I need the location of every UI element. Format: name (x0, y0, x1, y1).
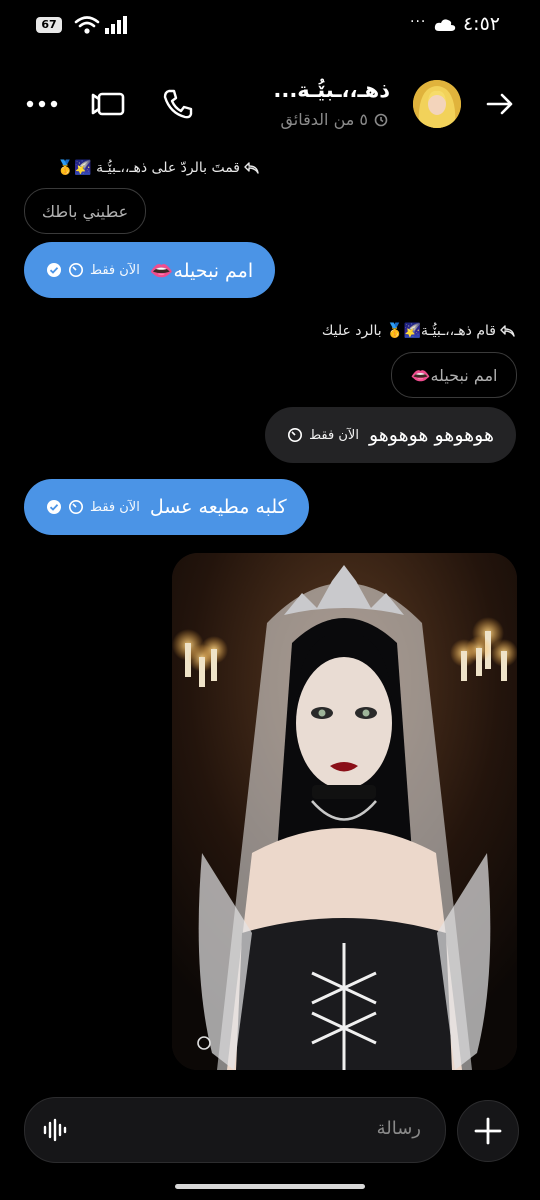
sent-message-bubble[interactable]: امم نبحيله👄 الآن فقط (24, 242, 276, 298)
more-icon (26, 100, 58, 108)
clock-icon (374, 113, 388, 126)
timer-icon (288, 428, 303, 442)
message-time: الآن فقط (90, 499, 140, 515)
signal-icon (105, 16, 127, 34)
reply-label-text: قمتَ بالردّ على ذهـ،،ـبێُـة 🌠🥇 (56, 160, 240, 176)
plus-icon (474, 1117, 502, 1145)
reply-label: قام ذهـ،،ـبێُـة🌠🥇 بالرد عليك (322, 323, 516, 339)
cloud-icon (434, 19, 456, 31)
back-button[interactable] (480, 88, 520, 120)
message-time: الآن فقط (309, 427, 359, 443)
more-options-button[interactable] (22, 88, 62, 120)
timer-icon (69, 263, 83, 277)
last-seen-text: ٥ من الدقائق (280, 110, 368, 129)
read-check-icon (47, 263, 61, 277)
message-text: كلبه مطيعه عسل (149, 496, 287, 518)
message-time: الآن فقط (90, 262, 140, 278)
add-attachment-button[interactable] (457, 1100, 519, 1162)
contact-name[interactable]: ذهـ،،ـبێُـة... (273, 78, 390, 102)
message-text: امم نبحيله👄 (149, 259, 254, 282)
voice-call-button[interactable] (158, 84, 198, 124)
message-input[interactable]: رسالة (24, 1097, 446, 1163)
message-text: هوهوهو هوهوهو (368, 424, 494, 446)
avatar[interactable] (413, 80, 461, 128)
battery-indicator: 67 (36, 17, 62, 33)
avatar-image (413, 80, 461, 128)
message-meta: الآن فقط (287, 427, 359, 443)
notification-dots: ··· (410, 14, 427, 30)
photo-portrait (172, 553, 517, 1070)
arrow-right-icon (486, 93, 513, 115)
sent-message-bubble[interactable]: كلبه مطيعه عسل الآن فقط (24, 479, 309, 535)
phone-icon (163, 89, 193, 119)
received-message-bubble[interactable]: هوهوهو هوهوهو الآن فقط (265, 407, 516, 463)
last-seen: ٥ من الدقائق (280, 110, 388, 129)
quoted-message[interactable]: امم نبحيله👄 (391, 352, 517, 398)
image-message[interactable] (172, 553, 517, 1070)
home-indicator[interactable] (175, 1184, 365, 1189)
message-meta: الآن فقط (46, 262, 140, 278)
read-check-icon (47, 500, 61, 514)
timer-icon (69, 500, 83, 514)
reply-label-text: قام ذهـ،،ـبێُـة🌠🥇 بالرد عليك (321, 323, 496, 339)
clock: ٤:٥٢ (462, 13, 500, 35)
wifi-icon (74, 16, 100, 34)
video-camera-icon (91, 92, 125, 116)
message-meta: الآن فقط (46, 499, 140, 515)
voice-waveform-icon[interactable] (43, 1118, 69, 1142)
reply-icon (500, 325, 515, 337)
video-call-button[interactable] (88, 84, 130, 124)
reply-icon (244, 162, 259, 174)
status-bar: 67 ··· ٤:٥٢ (0, 0, 540, 52)
reply-label: قمتَ بالردّ على ذهـ،،ـبێُـة 🌠🥇 (57, 160, 260, 176)
message-placeholder: رسالة (376, 1118, 421, 1139)
quoted-message[interactable]: عطيني باطك (24, 188, 146, 234)
